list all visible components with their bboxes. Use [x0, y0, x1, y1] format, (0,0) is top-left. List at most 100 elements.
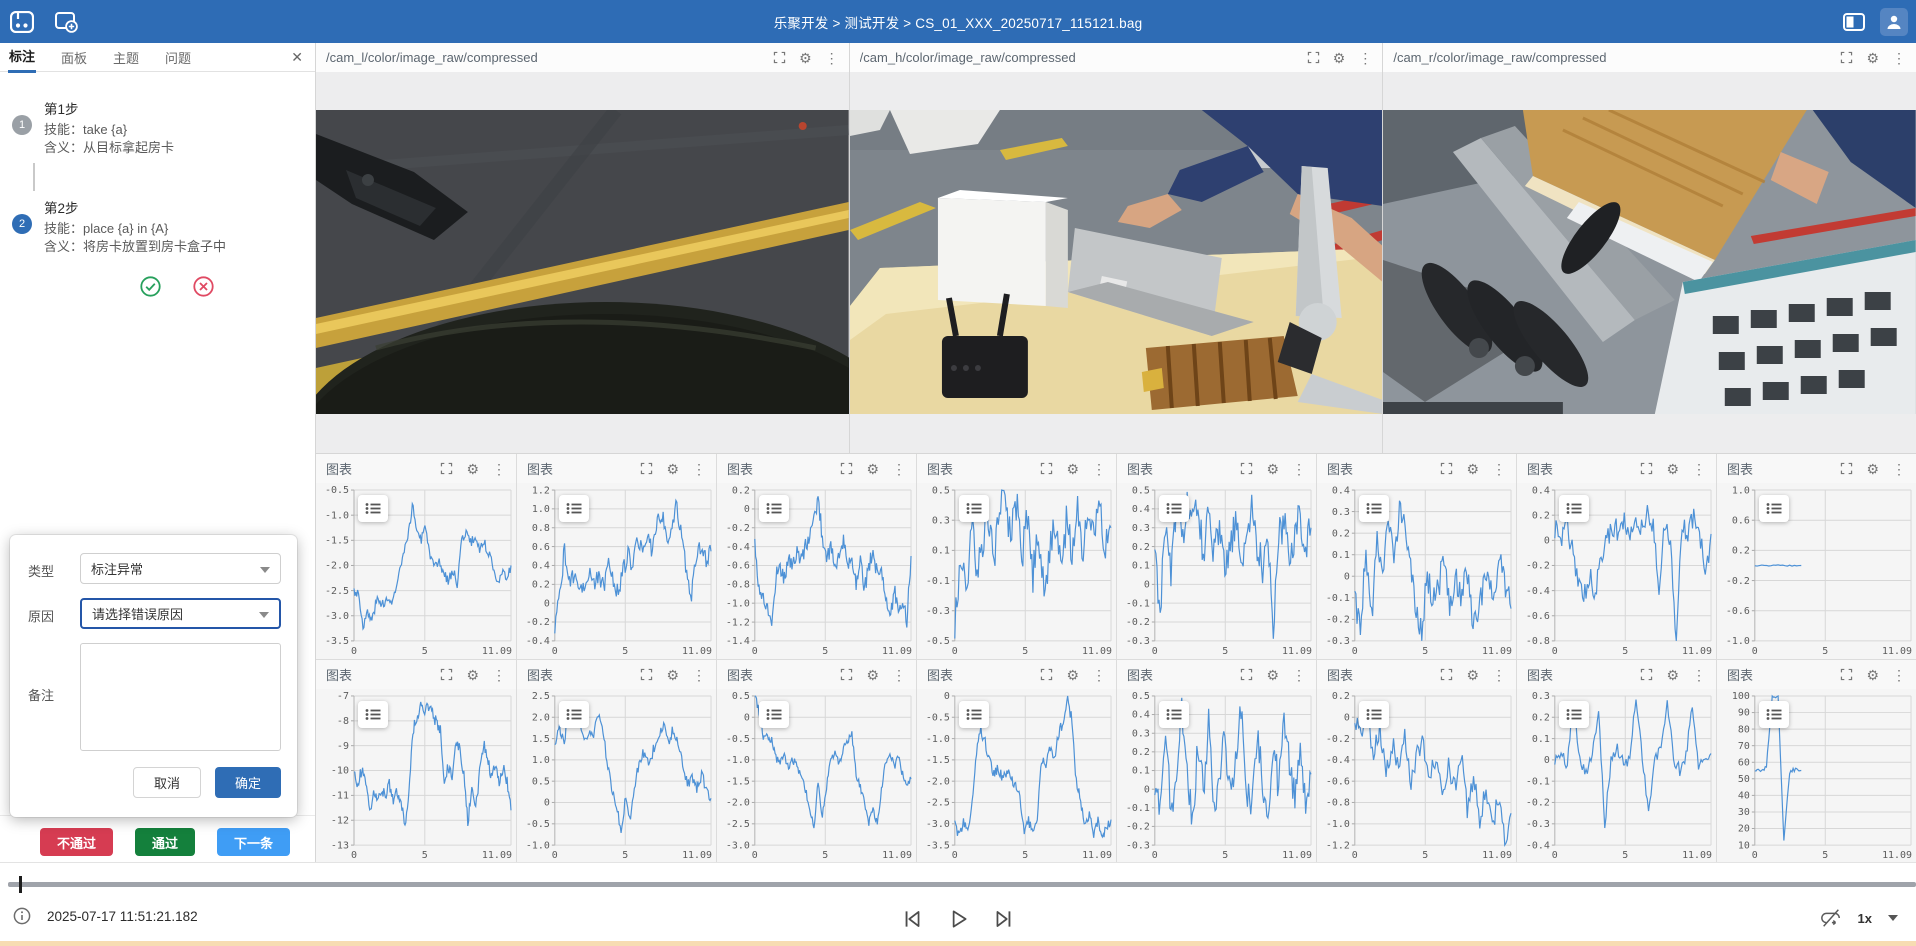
reject-button[interactable]: 不通过: [40, 828, 113, 856]
gear-icon[interactable]: ⚙: [1866, 462, 1879, 476]
gear-icon[interactable]: ⚙: [1333, 51, 1346, 65]
fullscreen-icon[interactable]: [1440, 462, 1453, 475]
legend-button[interactable]: [959, 701, 989, 728]
kebab-menu-icon[interactable]: ⋮: [1692, 668, 1706, 682]
reject-cross-icon[interactable]: [193, 276, 214, 297]
next-item-button[interactable]: 下一条: [217, 828, 290, 856]
layout-sidebar-icon[interactable]: [1840, 8, 1868, 36]
add-panel-icon[interactable]: [52, 8, 80, 36]
legend-button[interactable]: [1759, 701, 1789, 728]
step-item-1[interactable]: 1 第1步 技能：take {a} 含义：从目标拿起房卡: [12, 98, 315, 157]
legend-button[interactable]: [1359, 701, 1389, 728]
fullscreen-icon[interactable]: [1440, 668, 1453, 681]
fullscreen-icon[interactable]: [640, 668, 653, 681]
kebab-menu-icon[interactable]: ⋮: [1892, 51, 1906, 65]
fullscreen-icon[interactable]: [1240, 668, 1253, 681]
gear-icon[interactable]: ⚙: [1066, 668, 1079, 682]
legend-button[interactable]: [759, 701, 789, 728]
kebab-menu-icon[interactable]: ⋮: [692, 462, 706, 476]
skip-back-icon[interactable]: [900, 907, 924, 931]
tab-annotation[interactable]: 标注: [8, 41, 36, 73]
play-icon[interactable]: [946, 907, 970, 931]
legend-button[interactable]: [759, 495, 789, 522]
fullscreen-icon[interactable]: [1307, 51, 1320, 64]
kebab-menu-icon[interactable]: ⋮: [1892, 462, 1906, 476]
fullscreen-icon[interactable]: [1840, 462, 1853, 475]
kebab-menu-icon[interactable]: ⋮: [892, 462, 906, 476]
gear-icon[interactable]: ⚙: [466, 462, 479, 476]
cancel-button[interactable]: 取消: [133, 767, 201, 798]
fullscreen-icon[interactable]: [840, 462, 853, 475]
gear-icon[interactable]: ⚙: [866, 668, 879, 682]
kebab-menu-icon[interactable]: ⋮: [1492, 668, 1506, 682]
kebab-menu-icon[interactable]: ⋮: [1692, 462, 1706, 476]
playhead[interactable]: [19, 876, 22, 893]
gear-icon[interactable]: ⚙: [866, 462, 879, 476]
gear-icon[interactable]: ⚙: [666, 668, 679, 682]
gear-icon[interactable]: ⚙: [1866, 668, 1879, 682]
gear-icon[interactable]: ⚙: [1866, 51, 1879, 65]
fullscreen-icon[interactable]: [1640, 668, 1653, 681]
fullscreen-icon[interactable]: [1640, 462, 1653, 475]
fullscreen-icon[interactable]: [773, 51, 786, 64]
note-textarea[interactable]: [80, 643, 281, 751]
skip-forward-icon[interactable]: [992, 907, 1016, 931]
gear-icon[interactable]: ⚙: [1466, 668, 1479, 682]
legend-button[interactable]: [1359, 495, 1389, 522]
legend-button[interactable]: [358, 495, 388, 522]
kebab-menu-icon[interactable]: ⋮: [1092, 462, 1106, 476]
fullscreen-icon[interactable]: [1840, 51, 1853, 64]
kebab-menu-icon[interactable]: ⋮: [1092, 668, 1106, 682]
gear-icon[interactable]: ⚙: [1266, 462, 1279, 476]
kebab-menu-icon[interactable]: ⋮: [1292, 462, 1306, 476]
gear-icon[interactable]: ⚙: [666, 462, 679, 476]
legend-button[interactable]: [559, 701, 589, 728]
gear-icon[interactable]: ⚙: [799, 51, 812, 65]
repeat-off-icon[interactable]: [1820, 907, 1842, 929]
step-item-2[interactable]: 2 第2步 技能：place {a} in {A} 含义：将房卡放置到房卡盒子中: [12, 197, 315, 256]
gear-icon[interactable]: ⚙: [1666, 462, 1679, 476]
fullscreen-icon[interactable]: [440, 668, 453, 681]
kebab-menu-icon[interactable]: ⋮: [892, 668, 906, 682]
fullscreen-icon[interactable]: [1240, 462, 1253, 475]
fullscreen-icon[interactable]: [1840, 668, 1853, 681]
fullscreen-icon[interactable]: [640, 462, 653, 475]
legend-button[interactable]: [1159, 701, 1189, 728]
fullscreen-icon[interactable]: [1040, 462, 1053, 475]
fullscreen-icon[interactable]: [440, 462, 453, 475]
legend-button[interactable]: [1159, 495, 1189, 522]
playback-speed[interactable]: 1x: [1858, 911, 1872, 926]
gear-icon[interactable]: ⚙: [1666, 668, 1679, 682]
tab-topics[interactable]: 主题: [112, 43, 140, 72]
legend-button[interactable]: [1559, 495, 1589, 522]
gear-icon[interactable]: ⚙: [1066, 462, 1079, 476]
kebab-menu-icon[interactable]: ⋮: [492, 462, 506, 476]
seek-bar[interactable]: [8, 882, 1916, 887]
type-select[interactable]: 标注异常: [80, 553, 281, 584]
kebab-menu-icon[interactable]: ⋮: [1292, 668, 1306, 682]
confirm-button[interactable]: 确定: [215, 767, 281, 798]
reason-select[interactable]: 请选择错误原因: [80, 598, 281, 629]
tab-issues[interactable]: 问题: [164, 43, 192, 72]
fullscreen-icon[interactable]: [1040, 668, 1053, 681]
gear-icon[interactable]: ⚙: [466, 668, 479, 682]
chevron-down-icon[interactable]: [1888, 915, 1898, 921]
kebab-menu-icon[interactable]: ⋮: [825, 51, 839, 65]
close-icon[interactable]: ✕: [291, 49, 303, 66]
kebab-menu-icon[interactable]: ⋮: [692, 668, 706, 682]
pass-button[interactable]: 通过: [135, 828, 195, 856]
kebab-menu-icon[interactable]: ⋮: [492, 668, 506, 682]
fullscreen-icon[interactable]: [840, 668, 853, 681]
gear-icon[interactable]: ⚙: [1266, 668, 1279, 682]
legend-button[interactable]: [559, 495, 589, 522]
legend-button[interactable]: [1559, 701, 1589, 728]
kebab-menu-icon[interactable]: ⋮: [1358, 51, 1372, 65]
kebab-menu-icon[interactable]: ⋮: [1492, 462, 1506, 476]
legend-button[interactable]: [358, 701, 388, 728]
approve-check-icon[interactable]: [140, 276, 161, 297]
gear-icon[interactable]: ⚙: [1466, 462, 1479, 476]
legend-button[interactable]: [1759, 495, 1789, 522]
tab-panels[interactable]: 面板: [60, 43, 88, 72]
kebab-menu-icon[interactable]: ⋮: [1892, 668, 1906, 682]
legend-button[interactable]: [959, 495, 989, 522]
